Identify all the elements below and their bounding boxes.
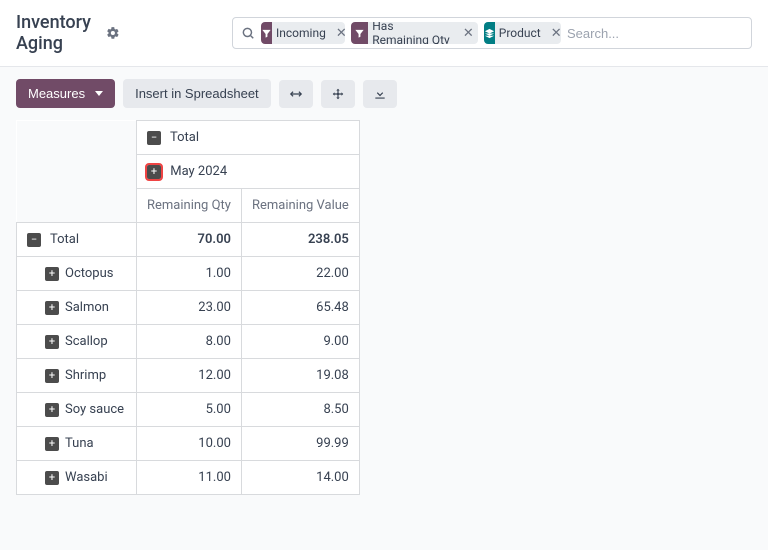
groupby-chip-product: Product ✕ xyxy=(484,22,561,44)
row-header[interactable]: Soy sauce xyxy=(17,393,137,427)
row-header[interactable]: Shrimp xyxy=(17,359,137,393)
pivot-table: Total May 2024 Remaining Qty Remaining V… xyxy=(16,120,360,495)
filter-chip-remaining-qty: Has Remaining Qty ✕ xyxy=(351,22,478,44)
download-button[interactable] xyxy=(363,80,397,108)
page-title-wrap: Inventory Aging xyxy=(16,12,120,54)
cell-value: 19.08 xyxy=(241,359,359,393)
minus-icon[interactable] xyxy=(27,233,41,247)
pivot-corner xyxy=(17,189,137,223)
table-row: Octopus 1.0022.00 xyxy=(17,257,360,291)
measure-header-value[interactable]: Remaining Value xyxy=(241,189,359,223)
row-header[interactable]: Wasabi xyxy=(17,461,137,495)
expand-all-button[interactable] xyxy=(321,80,355,108)
search-input[interactable] xyxy=(567,26,743,41)
col-group-header[interactable]: May 2024 xyxy=(137,155,360,189)
close-icon[interactable]: ✕ xyxy=(459,22,478,44)
cell-value: 99.99 xyxy=(241,427,359,461)
table-row: Tuna 10.0099.99 xyxy=(17,427,360,461)
search-bar[interactable]: Incoming ✕ Has Remaining Qty ✕ Product ✕ xyxy=(232,17,752,49)
table-row: Salmon 23.0065.48 xyxy=(17,291,360,325)
cell-qty: 5.00 xyxy=(137,393,242,427)
plus-icon[interactable] xyxy=(45,471,59,485)
row-label: Wasabi xyxy=(65,470,108,485)
row-label: Octopus xyxy=(65,266,113,281)
layers-icon xyxy=(484,22,495,44)
header: Inventory Aging Incoming ✕ Has Remaining… xyxy=(0,0,768,67)
cell-qty: 8.00 xyxy=(137,325,242,359)
cell-value: 9.00 xyxy=(241,325,359,359)
filter-chip-label: Incoming xyxy=(272,22,332,44)
pivot-corner xyxy=(17,121,137,155)
measures-button[interactable]: Measures xyxy=(16,79,115,108)
cell-qty: 10.00 xyxy=(137,427,242,461)
flip-axis-button[interactable] xyxy=(279,80,313,108)
row-total-label: Total xyxy=(50,232,79,247)
table-row: Wasabi 11.0014.00 xyxy=(17,461,360,495)
row-label: Tuna xyxy=(65,436,94,451)
row-label: Salmon xyxy=(65,300,109,315)
cell-value: 65.48 xyxy=(241,291,359,325)
close-icon[interactable]: ✕ xyxy=(332,22,345,44)
col-total-header[interactable]: Total xyxy=(137,121,360,155)
insert-label: Insert in Spreadsheet xyxy=(135,86,259,101)
gear-icon[interactable] xyxy=(106,26,120,40)
row-label: Scallop xyxy=(65,334,108,349)
close-icon[interactable]: ✕ xyxy=(547,22,561,44)
row-header[interactable]: Scallop xyxy=(17,325,137,359)
measures-label: Measures xyxy=(28,86,85,101)
cell-qty: 12.00 xyxy=(137,359,242,393)
measure-header-qty[interactable]: Remaining Qty xyxy=(137,189,242,223)
table-row: Scallop 8.009.00 xyxy=(17,325,360,359)
cell-total-qty: 70.00 xyxy=(137,223,242,257)
row-header[interactable]: Octopus xyxy=(17,257,137,291)
plus-icon[interactable] xyxy=(45,335,59,349)
row-total-header[interactable]: Total xyxy=(17,223,137,257)
row-header[interactable]: Tuna xyxy=(17,427,137,461)
pivot-container: Total May 2024 Remaining Qty Remaining V… xyxy=(0,120,768,511)
cell-qty: 11.00 xyxy=(137,461,242,495)
search-icon xyxy=(241,26,255,40)
minus-icon[interactable] xyxy=(147,131,161,145)
cell-value: 22.00 xyxy=(241,257,359,291)
row-label: Soy sauce xyxy=(65,402,124,417)
plus-icon[interactable] xyxy=(147,165,161,179)
plus-icon[interactable] xyxy=(45,437,59,451)
col-group-label: May 2024 xyxy=(170,164,227,179)
pivot-corner xyxy=(17,155,137,189)
table-row: Soy sauce 5.008.50 xyxy=(17,393,360,427)
row-total: Total 70.00 238.05 xyxy=(17,223,360,257)
cell-value: 8.50 xyxy=(241,393,359,427)
row-header[interactable]: Salmon xyxy=(17,291,137,325)
plus-icon[interactable] xyxy=(45,403,59,417)
col-total-label: Total xyxy=(170,130,199,145)
table-row: Shrimp 12.0019.08 xyxy=(17,359,360,393)
plus-icon[interactable] xyxy=(45,369,59,383)
row-label: Shrimp xyxy=(65,368,106,383)
groupby-chip-label: Product xyxy=(495,22,547,44)
toolbar: Measures Insert in Spreadsheet xyxy=(0,67,768,120)
page-title: Inventory Aging xyxy=(16,12,98,54)
cell-value: 14.00 xyxy=(241,461,359,495)
filter-chip-label: Has Remaining Qty xyxy=(368,22,459,44)
filter-icon xyxy=(261,22,272,44)
filter-chip-incoming: Incoming ✕ xyxy=(261,22,345,44)
filter-icon xyxy=(351,22,368,44)
plus-icon[interactable] xyxy=(45,267,59,281)
cell-qty: 23.00 xyxy=(137,291,242,325)
cell-total-value: 238.05 xyxy=(241,223,359,257)
plus-icon[interactable] xyxy=(45,301,59,315)
cell-qty: 1.00 xyxy=(137,257,242,291)
insert-spreadsheet-button[interactable]: Insert in Spreadsheet xyxy=(123,79,271,108)
